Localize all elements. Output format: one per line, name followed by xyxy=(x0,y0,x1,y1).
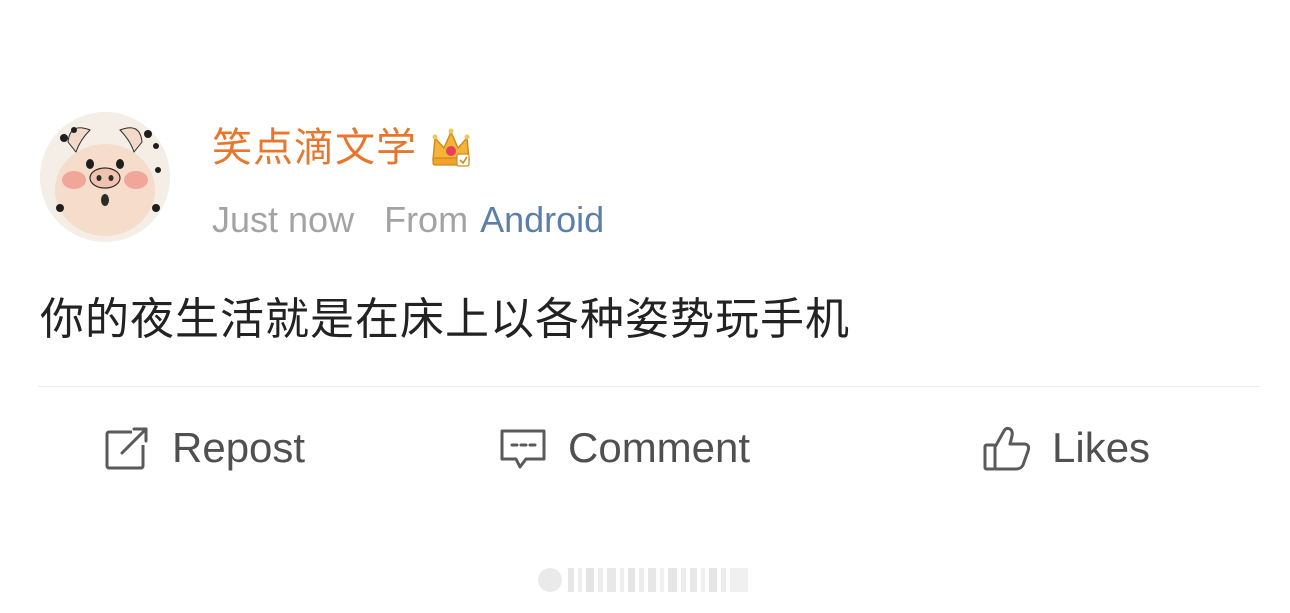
divider xyxy=(38,386,1260,387)
repost-icon xyxy=(102,423,152,473)
like-button[interactable]: Likes xyxy=(982,418,1150,478)
crown-icon xyxy=(427,124,475,172)
avatar[interactable] xyxy=(40,112,170,242)
author-row: 笑点滴文学 xyxy=(212,118,475,178)
weibo-post-card: 笑点滴文学 Just now From Android 你的夜生活就是在床上以各… xyxy=(0,0,1290,613)
source-link[interactable]: Android xyxy=(480,196,604,244)
post-content: 你的夜生活就是在床上以各种姿势玩手机 xyxy=(40,294,850,345)
repost-label: Repost xyxy=(172,424,306,471)
comment-icon xyxy=(498,423,548,473)
likes-label: Likes xyxy=(1052,424,1151,471)
comment-label: Comment xyxy=(568,424,751,471)
watermark xyxy=(538,566,752,594)
post-timestamp: Just now xyxy=(212,199,355,240)
author-name[interactable]: 笑点滴文学 xyxy=(212,118,417,178)
thumbs-up-icon xyxy=(982,423,1032,473)
post-meta: Just now From Android xyxy=(212,196,604,244)
pig-face-icon xyxy=(40,112,170,242)
source-prefix: From xyxy=(384,199,469,240)
repost-button[interactable]: Repost xyxy=(102,418,305,478)
comment-button[interactable]: Comment xyxy=(498,418,750,478)
